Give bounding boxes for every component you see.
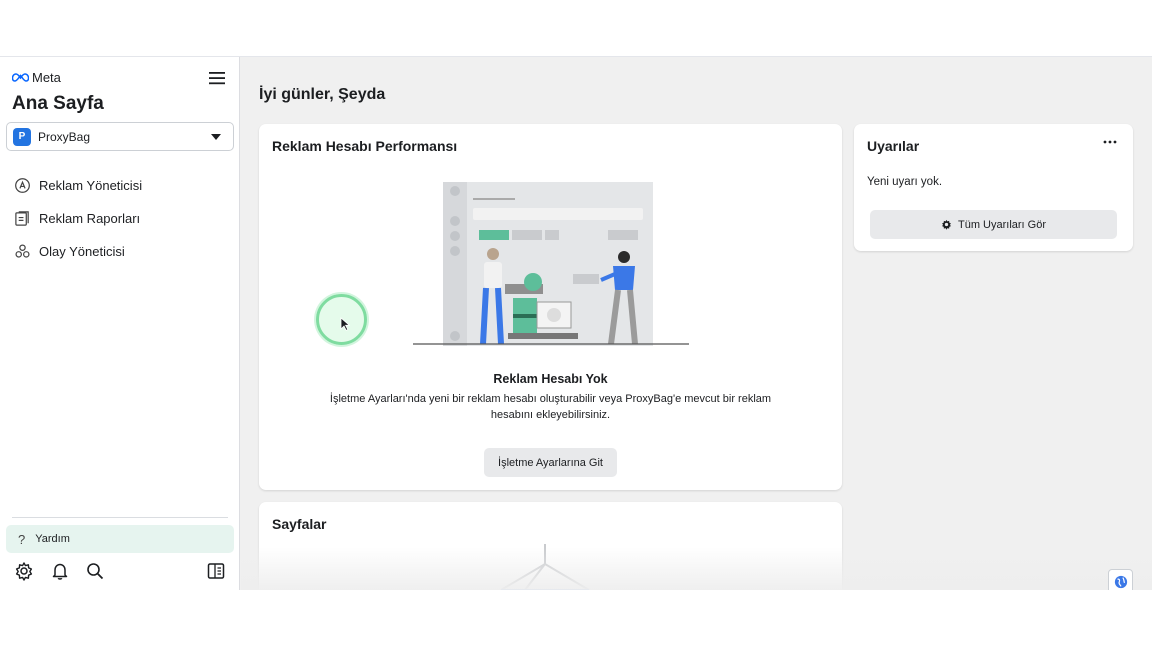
browser-top-band: [0, 0, 1152, 57]
main-content: İyi günler, Şeyda Reklam Hesabı Performa…: [241, 57, 1152, 590]
mouse-cursor-icon: [340, 317, 350, 331]
empty-state-title: Reklam Hesabı Yok: [493, 372, 608, 386]
help-button[interactable]: ? Yardım: [6, 525, 234, 553]
account-name: ProxyBag: [38, 129, 91, 144]
gear-icon: [942, 219, 951, 230]
greeting-heading: İyi günler, Şeyda: [259, 86, 386, 103]
go-to-business-settings-button[interactable]: İşletme Ayarlarına Git: [484, 448, 617, 477]
meta-brand-text: Meta: [32, 70, 61, 85]
sidebar-item-ads-reporting[interactable]: Reklam Raporları: [6, 202, 234, 235]
question-icon: ?: [18, 531, 26, 547]
account-selector[interactable]: P ProxyBag: [6, 122, 234, 151]
events-manager-icon: [15, 244, 30, 258]
bell-icon[interactable]: [50, 561, 70, 581]
sidebar-footer: [14, 561, 226, 581]
sidebar-divider: [12, 517, 228, 518]
sidebar-item-events-manager[interactable]: Olay Yöneticisi: [6, 235, 234, 268]
browser-bottom-band: [0, 590, 1152, 648]
alerts-card: Uyarılar Yeni uyarı yok. Tüm Uyarıları G…: [854, 124, 1133, 251]
sidebar-item-label: Reklam Yöneticisi: [39, 178, 143, 193]
sidebar-item-label: Olay Yöneticisi: [39, 244, 125, 259]
ads-manager-icon: [15, 178, 30, 193]
no-ad-account-illustration: [413, 182, 689, 346]
see-all-alerts-label: Tüm Uyarıları Gör: [957, 218, 1046, 231]
globe-icon: [1114, 575, 1127, 588]
no-alerts-text: Yeni uyarı yok.: [867, 176, 943, 188]
card-title: Reklam Hesabı Performansı: [272, 138, 458, 154]
card-title: Uyarılar: [867, 138, 920, 154]
ads-reporting-icon: [15, 211, 29, 226]
app-window: Meta Ana Sayfa P ProxyBag Reklam Yönetic…: [0, 57, 1152, 590]
panel-toggle-icon[interactable]: [206, 561, 226, 581]
account-avatar: P: [13, 127, 31, 146]
sidebar-item-label: Reklam Raporları: [39, 211, 141, 226]
search-icon[interactable]: [85, 561, 105, 581]
hamburger-menu-icon[interactable]: [208, 70, 226, 86]
pages-card: Sayfalar: [259, 502, 842, 590]
empty-state-description: İşletme Ayarları'nda yeni bir reklam hes…: [329, 393, 772, 421]
help-label: Yardım: [35, 533, 70, 545]
pages-illustration: [500, 544, 590, 590]
meta-infinity-icon: [12, 73, 29, 82]
language-button[interactable]: [1108, 569, 1133, 590]
page-title: Ana Sayfa: [12, 93, 104, 114]
meta-logo[interactable]: Meta: [12, 70, 61, 85]
more-options-icon[interactable]: [1103, 138, 1117, 146]
sidebar-item-ads-manager[interactable]: Reklam Yöneticisi: [6, 169, 234, 202]
gear-icon[interactable]: [14, 561, 34, 581]
caret-down-icon: [211, 134, 221, 140]
sidebar: Meta Ana Sayfa P ProxyBag Reklam Yönetic…: [0, 57, 240, 590]
see-all-alerts-button[interactable]: Tüm Uyarıları Gör: [870, 210, 1117, 239]
sidebar-nav: Reklam Yöneticisi Reklam Raporları Olay …: [6, 169, 234, 268]
card-title: Sayfalar: [272, 516, 327, 532]
